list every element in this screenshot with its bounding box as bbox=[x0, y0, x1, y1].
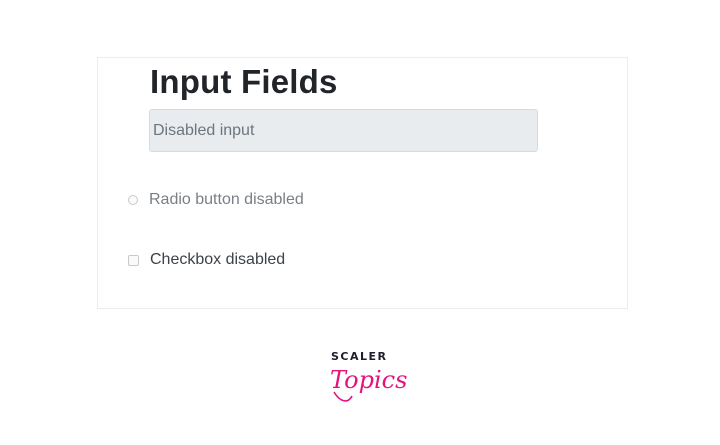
radio-option[interactable]: Radio button disabled bbox=[128, 190, 304, 210]
radio-button[interactable] bbox=[128, 195, 138, 205]
radio-label: Radio button disabled bbox=[149, 191, 304, 208]
scaler-topics-logo: SCALER Topics bbox=[318, 350, 408, 410]
logo-script-graphic: Topics bbox=[330, 366, 407, 402]
checkbox-label: Checkbox disabled bbox=[150, 251, 286, 268]
checkbox-option[interactable]: Checkbox disabled bbox=[128, 250, 285, 270]
form-card: Input Fields Radio button disabled Check… bbox=[97, 57, 628, 309]
logo-script-text: Topics bbox=[330, 366, 407, 394]
page: Input Fields Radio button disabled Check… bbox=[0, 0, 720, 445]
checkbox[interactable] bbox=[128, 254, 139, 266]
page-title: Input Fields bbox=[150, 63, 338, 100]
disabled-text-input[interactable] bbox=[149, 109, 538, 152]
